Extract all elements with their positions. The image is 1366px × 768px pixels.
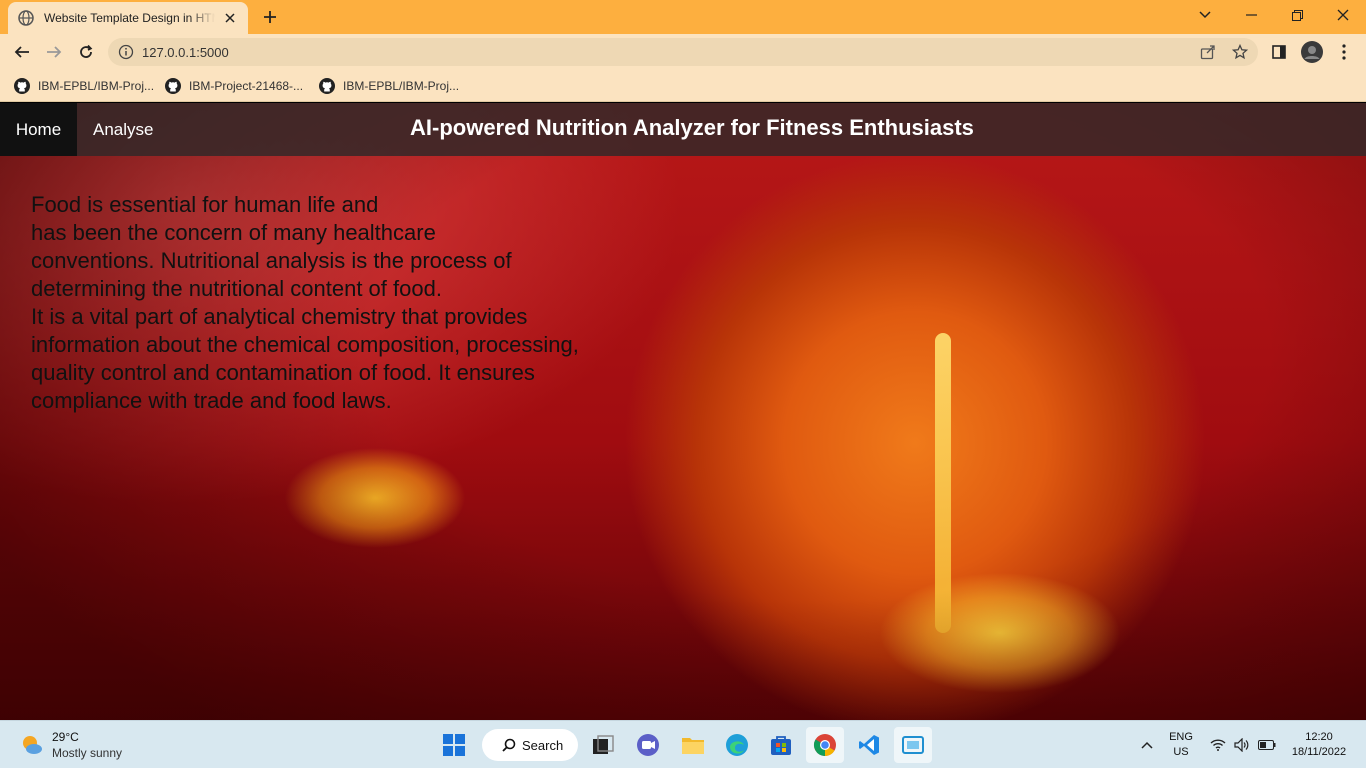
volume-icon[interactable] (1232, 721, 1252, 768)
globe-icon (18, 10, 34, 26)
windows-logo-icon (443, 734, 465, 756)
task-view-icon (593, 735, 614, 754)
system-clock[interactable]: 12:20 18/11/2022 (1286, 730, 1352, 760)
minimize-button[interactable] (1228, 0, 1274, 30)
lang-line1: ENG (1169, 731, 1193, 743)
web-page: Home Analyse AI-powered Nutrition Analyz… (0, 103, 1366, 720)
taskbar: 29°C Mostly sunny Search ENG US 12:20 18… (0, 720, 1366, 768)
taskbar-search[interactable]: Search (482, 729, 578, 761)
chevron-up-icon (1141, 741, 1153, 749)
close-window-button[interactable] (1320, 0, 1366, 30)
github-icon (319, 78, 335, 94)
intro-text: Food is essential for human life and has… (31, 191, 641, 415)
clock-time: 12:20 (1305, 731, 1333, 743)
show-hidden-icons-button[interactable] (1136, 721, 1158, 768)
edge-icon (726, 734, 748, 756)
chrome-icon (814, 734, 836, 756)
bookmark-star-icon[interactable] (1226, 38, 1254, 66)
vscode-icon (859, 735, 879, 755)
file-explorer-button[interactable] (674, 727, 712, 763)
search-icon (502, 738, 516, 752)
url-text: 127.0.0.1:5000 (142, 44, 229, 60)
intro-line: determining the nutritional content of f… (31, 276, 442, 301)
folder-icon (682, 738, 704, 754)
clock-date: 18/11/2022 (1291, 746, 1347, 758)
site-navbar: Home Analyse AI-powered Nutrition Analyz… (0, 103, 1366, 156)
address-bar[interactable]: 127.0.0.1:5000 (108, 38, 1258, 66)
tab-title: Website Template Design in HTML (44, 11, 215, 25)
app-window-icon (902, 736, 924, 754)
sun-cloud-icon (23, 736, 42, 754)
page-title: AI-powered Nutrition Analyzer for Fitnes… (410, 115, 974, 140)
lang-line2: US (1173, 746, 1189, 758)
battery-icon[interactable] (1256, 721, 1278, 768)
weather-condition: Mostly sunny (52, 746, 123, 760)
input-language[interactable]: ENG US (1166, 730, 1196, 760)
intro-line: information about the chemical compositi… (31, 332, 579, 357)
intro-line: Food is essential for human life and (31, 192, 379, 217)
bookmark-label: IBM-EPBL/IBM-Proj... (38, 79, 155, 93)
edge-button[interactable] (718, 727, 756, 763)
reload-button[interactable] (72, 38, 100, 66)
intro-line: conventions. Nutritional analysis is the… (31, 248, 512, 273)
wifi-icon[interactable] (1208, 721, 1228, 768)
tab-strip: Website Template Design in HTML (0, 0, 1366, 34)
weather-widget[interactable]: 29°C Mostly sunny (20, 729, 122, 761)
back-button[interactable] (8, 38, 36, 66)
bookmark-label: IBM-EPBL/IBM-Proj... (343, 79, 460, 93)
github-icon (165, 78, 181, 94)
nav-analyse-link[interactable]: Analyse (77, 103, 169, 156)
task-view-button[interactable] (584, 727, 622, 763)
chrome-menu-icon[interactable] (1330, 38, 1358, 66)
vscode-button[interactable] (850, 727, 888, 763)
bookmark-item[interactable]: IBM-EPBL/IBM-Proj... (14, 76, 154, 96)
close-tab-icon[interactable] (223, 10, 239, 26)
app-button[interactable] (894, 727, 932, 763)
store-button[interactable] (762, 727, 800, 763)
intro-line: has been the concern of many healthcare (31, 220, 436, 245)
browser-tab[interactable]: Website Template Design in HTML (8, 2, 248, 34)
profile-avatar[interactable] (1298, 38, 1326, 66)
github-icon (14, 78, 30, 94)
intro-line: compliance with trade and food laws. (31, 388, 392, 413)
nav-home-link[interactable]: Home (0, 103, 77, 156)
tab-search-chevron-icon[interactable] (1182, 0, 1228, 30)
site-info-icon[interactable] (118, 44, 134, 60)
start-button[interactable] (435, 727, 473, 763)
bookmark-item[interactable]: IBM-Project-21468-... (165, 76, 303, 96)
restore-button[interactable] (1274, 0, 1320, 30)
bookmark-label: IBM-Project-21468-... (189, 79, 304, 93)
intro-line: It is a vital part of analytical chemist… (31, 304, 528, 329)
new-tab-button[interactable] (258, 6, 282, 28)
forward-button[interactable] (40, 38, 68, 66)
side-panel-icon[interactable] (1265, 38, 1293, 66)
microsoft-store-icon (771, 736, 791, 755)
share-icon[interactable] (1194, 38, 1222, 66)
weather-temp: 29°C (52, 730, 79, 744)
browser-toolbar: 127.0.0.1:5000 (0, 34, 1366, 70)
chrome-button[interactable] (806, 727, 844, 763)
search-label: Search (522, 737, 564, 753)
bookmark-item[interactable]: IBM-EPBL/IBM-Proj... (319, 76, 459, 96)
teams-chat-icon (637, 734, 659, 756)
bookmarks-bar: IBM-EPBL/IBM-Proj... IBM-Project-21468-.… (0, 70, 1366, 102)
intro-line: quality control and contamination of foo… (31, 360, 535, 385)
chat-button[interactable] (629, 727, 667, 763)
